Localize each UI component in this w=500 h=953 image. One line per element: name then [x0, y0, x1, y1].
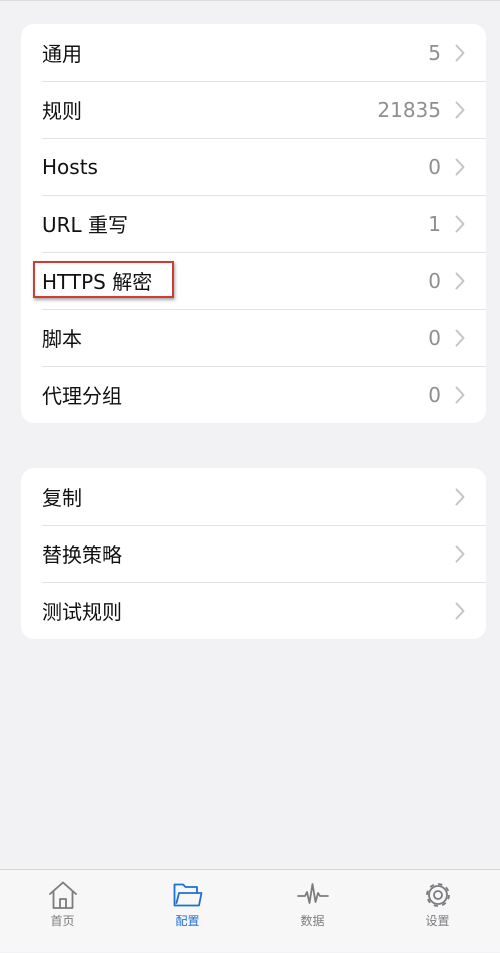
- tab-bar: 首页 配置 数据 设置: [0, 869, 500, 952]
- row-hosts[interactable]: Hosts 0: [21, 138, 486, 195]
- tab-data[interactable]: 数据: [250, 870, 375, 953]
- row-label: Hosts: [42, 154, 98, 179]
- row-count: 1: [428, 211, 441, 236]
- row-label: 脚本: [42, 327, 82, 351]
- activity-icon: [296, 883, 329, 904]
- row-count: 0: [428, 325, 441, 350]
- chevron-right-icon: [455, 386, 465, 403]
- tab-label: 配置: [175, 914, 200, 928]
- row-label: 规则: [42, 99, 82, 123]
- row-label: 通用: [42, 42, 82, 66]
- tab-config[interactable]: 配置: [125, 870, 250, 953]
- chevron-right-icon: [455, 44, 465, 61]
- row-count: 5: [428, 40, 441, 65]
- chevron-right-icon: [455, 545, 465, 562]
- chevron-right-icon: [455, 101, 465, 118]
- config-group-main: 通用 5 规则 21835 Hosts 0 URL 重写 1 HTTPS 解密 …: [21, 24, 486, 423]
- row-label: 代理分组: [42, 384, 122, 408]
- row-scripts[interactable]: 脚本 0: [21, 309, 486, 366]
- row-rules[interactable]: 规则 21835: [21, 81, 486, 138]
- tab-label: 设置: [425, 914, 450, 928]
- row-test-rules[interactable]: 测试规则: [21, 582, 486, 639]
- tab-label: 数据: [300, 914, 325, 928]
- row-label: 替换策略: [42, 543, 122, 567]
- chevron-right-icon: [455, 329, 465, 346]
- row-label: URL 重写: [42, 213, 129, 237]
- row-url-rewrite[interactable]: URL 重写 1: [21, 195, 486, 252]
- chevron-right-icon: [455, 272, 465, 289]
- top-divider: [0, 0, 500, 1]
- row-count: 0: [428, 154, 441, 179]
- row-count: 0: [428, 382, 441, 407]
- row-label: 测试规则: [42, 600, 122, 624]
- row-general[interactable]: 通用 5: [21, 24, 486, 81]
- row-replace-policy[interactable]: 替换策略: [21, 525, 486, 582]
- home-icon: [48, 881, 77, 909]
- row-label: 复制: [42, 486, 82, 510]
- chevron-right-icon: [455, 488, 465, 505]
- row-label: HTTPS 解密: [42, 270, 153, 294]
- folder-icon: [173, 883, 202, 907]
- row-count: 21835: [377, 97, 441, 122]
- tab-label: 首页: [50, 914, 75, 928]
- row-https-decrypt[interactable]: HTTPS 解密 0: [21, 252, 486, 309]
- row-copy[interactable]: 复制: [21, 468, 486, 525]
- chevron-right-icon: [455, 215, 465, 232]
- tab-home[interactable]: 首页: [0, 870, 125, 953]
- chevron-right-icon: [455, 602, 465, 619]
- config-group-actions: 复制 替换策略 测试规则: [21, 468, 486, 639]
- row-proxy-groups[interactable]: 代理分组 0: [21, 366, 486, 423]
- gear-icon: [425, 883, 450, 907]
- chevron-right-icon: [455, 158, 465, 175]
- tab-settings[interactable]: 设置: [375, 870, 500, 953]
- row-count: 0: [428, 268, 441, 293]
